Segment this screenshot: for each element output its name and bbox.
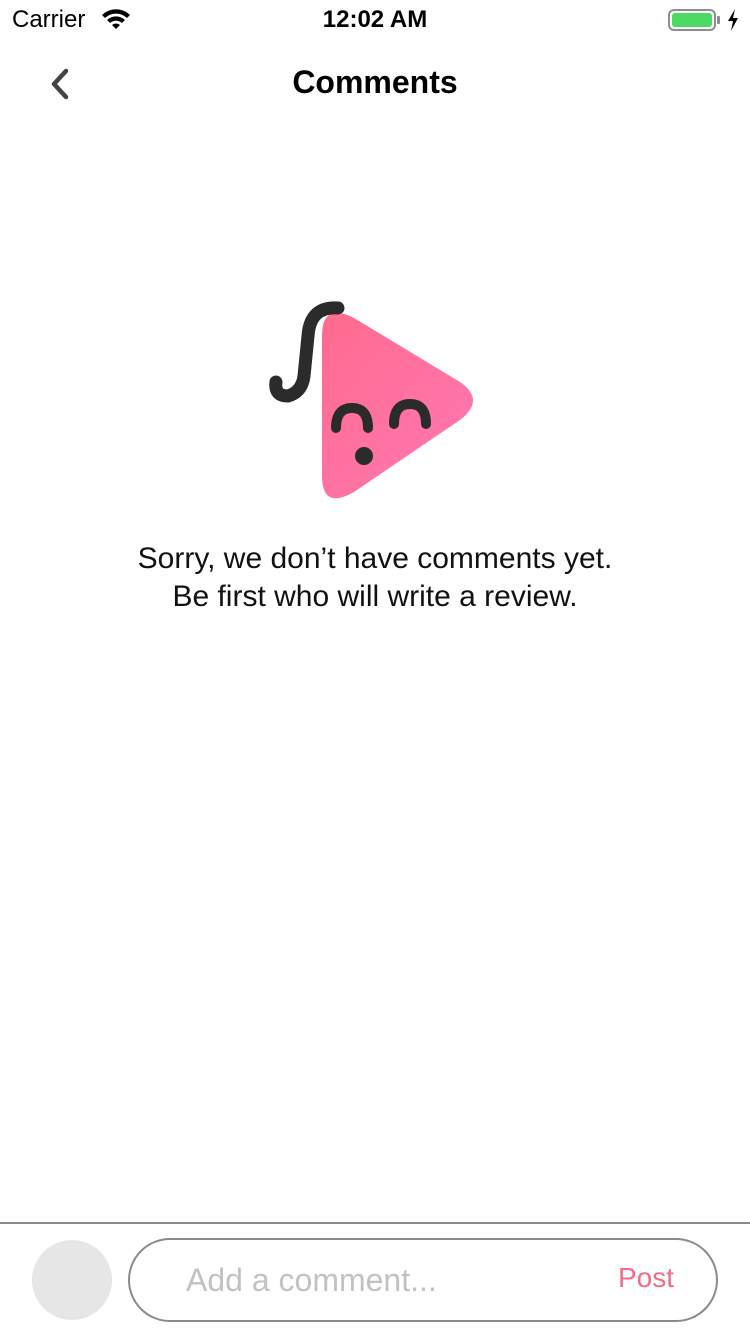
battery-full-icon (668, 9, 720, 31)
empty-message-line-1: Sorry, we don’t have comments yet. (137, 542, 613, 575)
avatar (32, 1240, 112, 1320)
post-button[interactable]: Post (618, 1262, 674, 1294)
status-time: 12:02 AM (322, 6, 428, 33)
comment-composer: Post (0, 1222, 750, 1334)
comments-screen: Carrier 12:02 AM Comments Sorry, we don’… (0, 0, 750, 1334)
charging-bolt-icon (728, 9, 738, 31)
sleepy-play-mascot-icon (269, 301, 473, 499)
empty-message: Sorry, we don’t have comments yet. Be fi… (0, 540, 750, 616)
empty-state: Sorry, we don’t have comments yet. Be fi… (0, 296, 750, 616)
status-bar: Carrier 12:02 AM (0, 0, 750, 40)
navigation-bar: Comments (0, 40, 750, 128)
comment-box[interactable]: Post (128, 1238, 718, 1322)
empty-message-line-2: Be first who will write a review. (172, 580, 578, 613)
page-title: Comments (292, 64, 458, 100)
comment-input[interactable] (186, 1240, 586, 1320)
